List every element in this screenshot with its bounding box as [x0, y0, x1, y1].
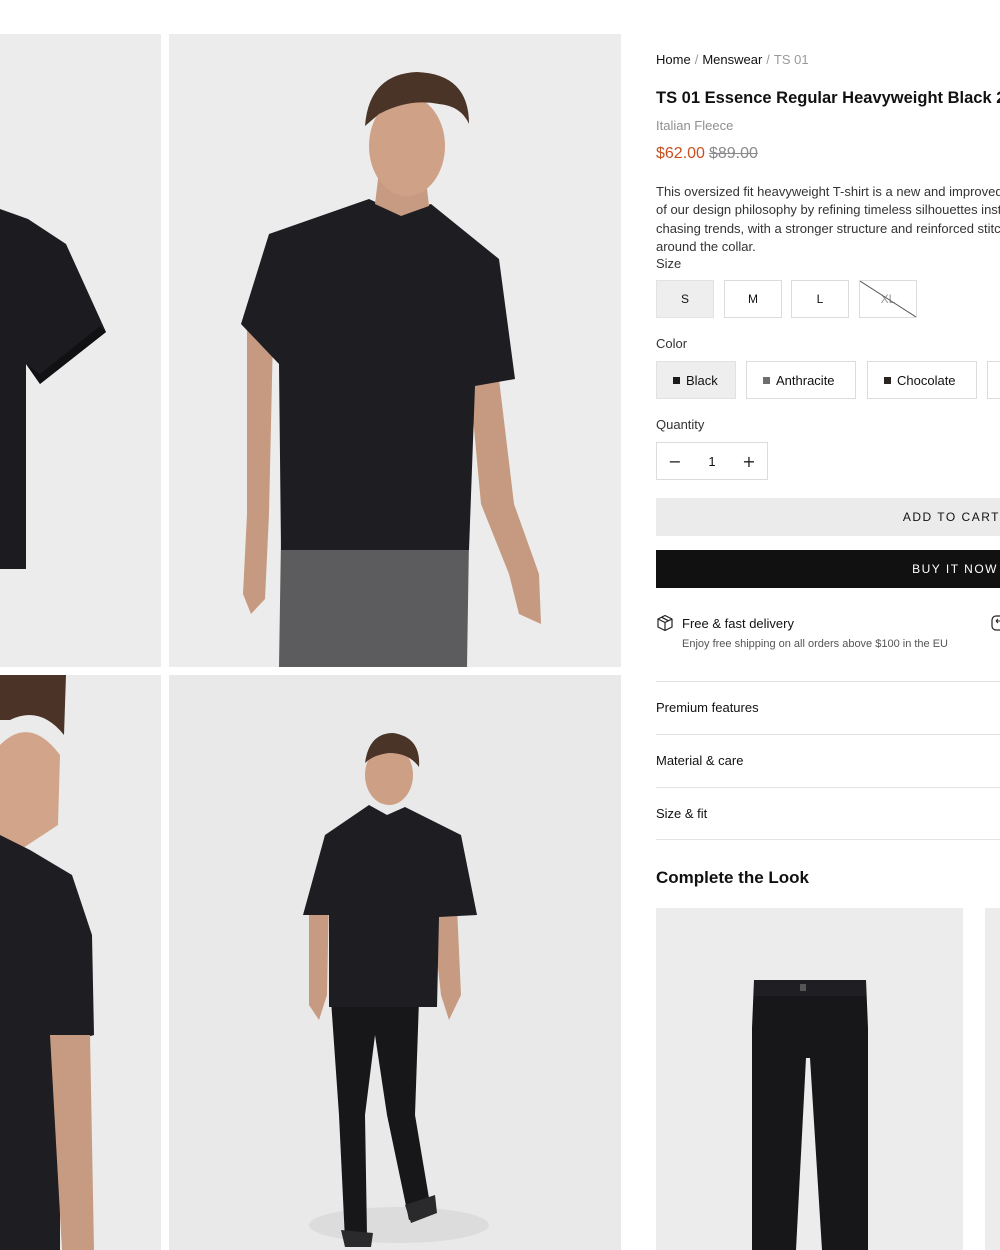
sold-out-strike — [860, 281, 916, 317]
gallery-image-model-full[interactable] — [169, 675, 621, 1250]
complete-the-look-title: Complete the Look — [656, 868, 810, 887]
quantity-stepper: − 1 + — [656, 442, 768, 480]
gallery-image-model-front[interactable] — [169, 34, 621, 667]
product-details: Home / Menswear / TS 01 TS 01 Essence Regula… — [656, 0, 1000, 1250]
color-option-label: Chocolate — [897, 372, 956, 388]
product-subtitle: Italian Fleece — [656, 118, 734, 133]
color-option-chocolate[interactable]: Chocolate — [867, 361, 977, 399]
accordion-material-care[interactable]: Material & care — [656, 734, 1000, 786]
model-full-illustration — [169, 675, 621, 1250]
accordion-label: Material & care — [656, 752, 744, 768]
trousers-illustration — [656, 908, 963, 1250]
breadcrumb-category-link[interactable]: Menswear — [702, 52, 762, 67]
size-option-m[interactable]: M — [724, 280, 782, 318]
add-to-cart-button[interactable]: ADD TO CART — [656, 498, 1000, 536]
color-option-black[interactable]: Black — [656, 361, 736, 399]
quantity-label: Quantity — [656, 417, 705, 432]
accordion-size-fit[interactable]: Size & fit — [656, 787, 1000, 839]
gallery-image-flatlay[interactable] — [0, 34, 161, 667]
look-product-card-next[interactable] — [985, 908, 1000, 1250]
compare-price: $89.00 — [708, 145, 758, 162]
breadcrumb-separator: / — [766, 52, 770, 67]
delivery-text: Enjoy free shipping on all orders above … — [682, 638, 949, 650]
breadcrumb-home-link[interactable]: Home — [656, 52, 691, 67]
quantity-decrease-button[interactable]: − — [657, 443, 693, 479]
model-tshirt-illustration — [169, 34, 621, 667]
quantity-increase-button[interactable]: + — [731, 443, 767, 479]
breadcrumb-separator: / — [694, 52, 699, 67]
size-label: Size — [656, 256, 682, 271]
breadcrumb: Home / Menswear / TS 01 — [656, 52, 809, 67]
accordion-label: Size & fit — [656, 805, 708, 821]
size-option-s[interactable]: S — [656, 280, 714, 318]
color-swatch — [763, 376, 770, 384]
buy-now-button[interactable]: BUY IT NOW — [656, 550, 1000, 588]
color-option-label: Black — [686, 372, 718, 388]
color-option-more[interactable] — [987, 361, 1000, 399]
size-option-label: M — [748, 292, 758, 306]
divider — [656, 839, 1000, 840]
color-option-anthracite[interactable]: Anthracite — [746, 361, 856, 399]
quantity-value[interactable]: 1 — [693, 454, 731, 469]
tshirt-flatlay-illustration — [0, 34, 161, 667]
package-icon — [657, 614, 673, 632]
gallery-image-closeup[interactable] — [0, 675, 161, 1250]
closeup-illustration — [0, 675, 161, 1250]
size-option-l[interactable]: L — [791, 280, 849, 318]
size-option-xl[interactable]: XL — [859, 280, 917, 318]
color-label: Color — [656, 336, 688, 351]
color-option-label: Anthracite — [776, 372, 835, 388]
size-option-label: S — [680, 292, 689, 306]
look-product-card-trousers[interactable] — [656, 908, 963, 1250]
color-swatch — [673, 376, 680, 384]
delivery-title: Free & fast delivery — [682, 616, 794, 631]
accordion-label: Premium features — [656, 699, 759, 715]
size-option-label: L — [816, 292, 824, 306]
return-icon — [991, 615, 1000, 631]
product-title: TS 01 Essence Regular Heavyweight Black … — [656, 89, 1000, 107]
product-price: $62.00 $89.00 — [656, 145, 758, 163]
accordion-premium-features[interactable]: Premium features — [656, 681, 1000, 733]
product-description: This oversized fit heavyweight T-shirt i… — [656, 184, 1000, 254]
color-swatch — [884, 376, 891, 384]
breadcrumb-current: TS 01 — [773, 52, 809, 67]
sale-price: $62.00 — [656, 145, 705, 162]
